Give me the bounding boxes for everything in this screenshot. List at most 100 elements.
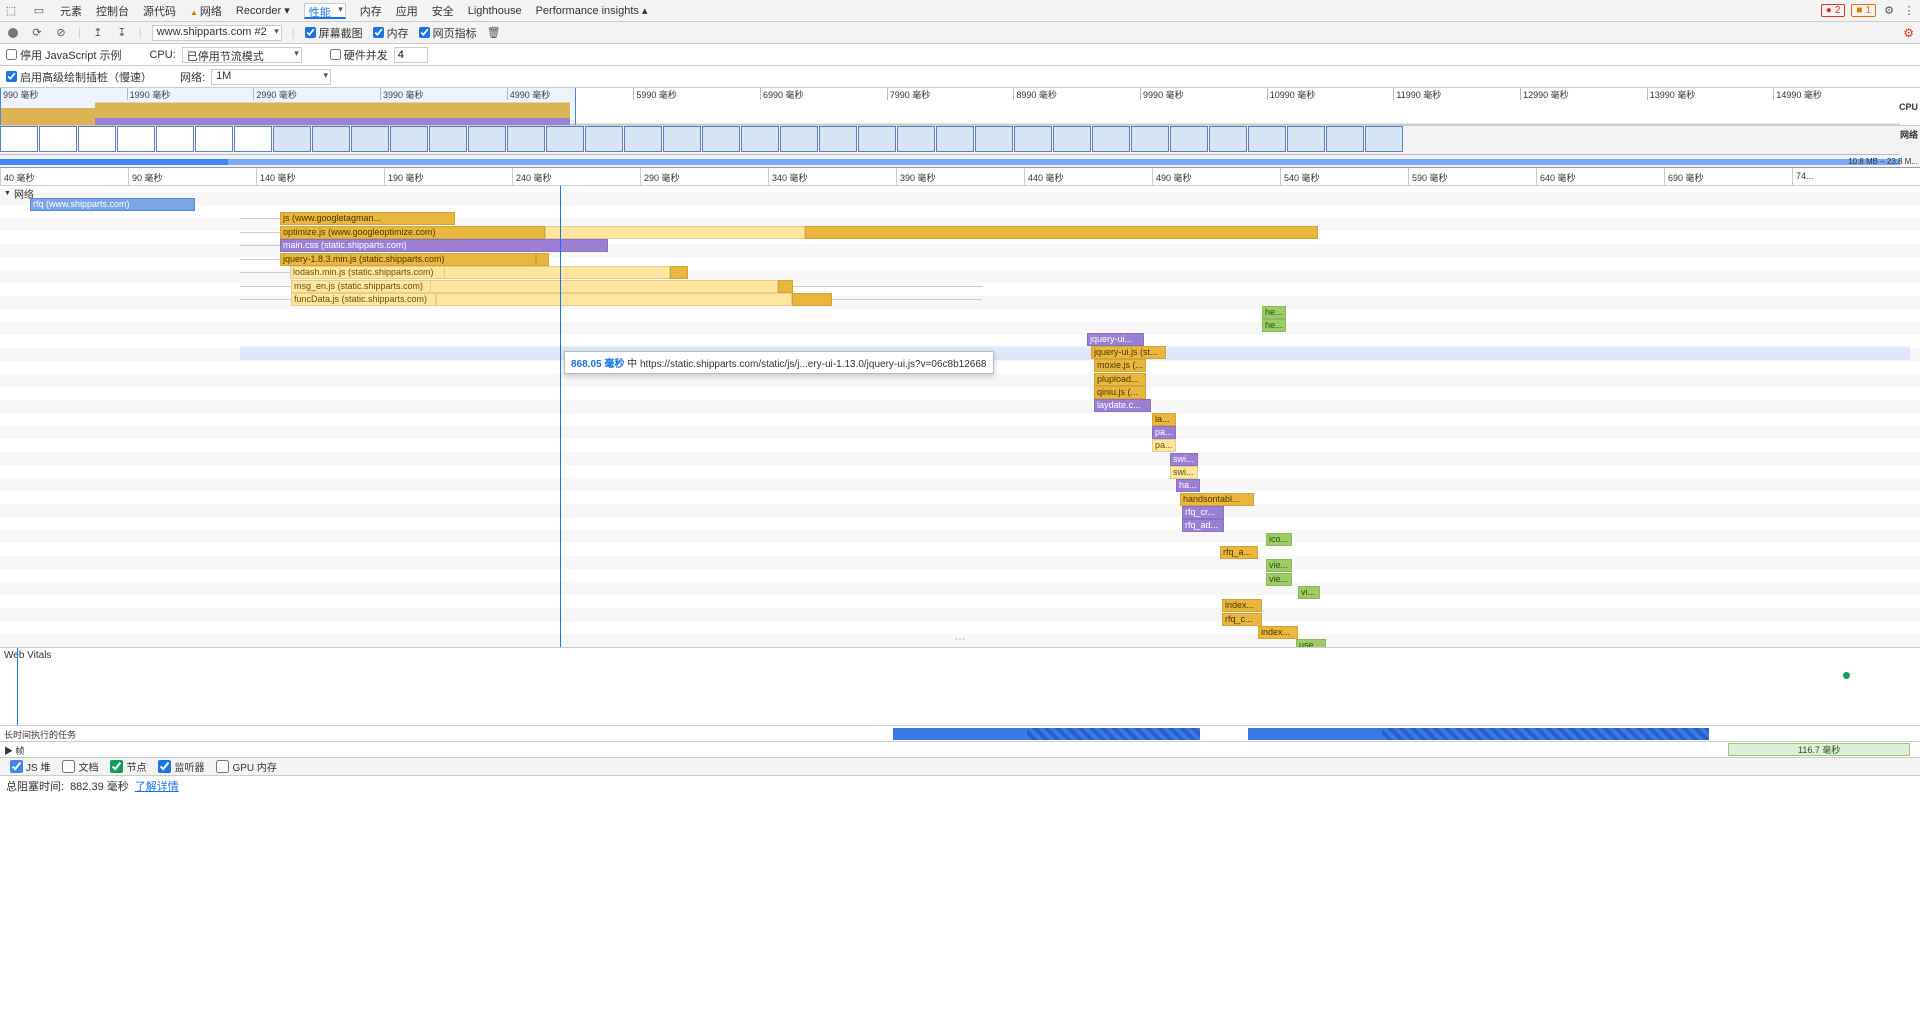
network-request[interactable]: ico... bbox=[1266, 533, 1292, 546]
legend-item[interactable]: 节点 bbox=[106, 759, 150, 774]
reload-button[interactable]: ⟳ bbox=[30, 26, 44, 40]
perf-options-2: 启用高级绘制插桩（慢速） 网络: 1M bbox=[0, 66, 1920, 88]
network-request[interactable]: vie... bbox=[1266, 573, 1292, 586]
long-tasks-label: 长时间执行的任务 bbox=[4, 728, 76, 741]
network-request-segment[interactable] bbox=[444, 266, 670, 279]
network-request[interactable]: la... bbox=[1152, 413, 1176, 426]
tab-perf-insights[interactable]: Performance insights ▴ bbox=[536, 4, 648, 17]
network-request[interactable]: rfq_cr... bbox=[1182, 506, 1224, 519]
network-request[interactable]: main.css (static.shipparts.com) bbox=[280, 239, 608, 252]
network-request[interactable]: laydate.c... bbox=[1094, 399, 1151, 412]
perf-toolbar: ⟳ ⊘ | ↥ ↧ | www.shipparts.com #2 | 屏幕截图 … bbox=[0, 22, 1920, 44]
overview-pane[interactable]: 990 毫秒1990 毫秒2990 毫秒3990 毫秒4990 毫秒5990 毫… bbox=[0, 88, 1920, 168]
network-request[interactable]: pa... bbox=[1152, 439, 1176, 452]
network-request[interactable]: use... bbox=[1296, 639, 1326, 648]
network-request[interactable]: plupload... bbox=[1094, 373, 1146, 386]
tab-performance[interactable]: 性能 bbox=[304, 3, 346, 19]
devtools-tabs: ⬚ ▭ 元素 控制台 源代码 网络 Recorder ▾ 性能 内存 应用 安全… bbox=[0, 0, 1920, 22]
network-request[interactable]: swi... bbox=[1170, 453, 1198, 466]
device-icon[interactable]: ▭ bbox=[32, 4, 46, 18]
download-icon[interactable]: ↧ bbox=[115, 26, 129, 40]
overview-filmstrip[interactable] bbox=[0, 126, 1900, 154]
upload-icon[interactable]: ↥ bbox=[91, 26, 105, 40]
cpu-throttle-select[interactable]: 已停用节流模式 bbox=[182, 47, 302, 63]
network-request[interactable]: js (www.googletagman... bbox=[280, 212, 455, 225]
network-request-segment[interactable] bbox=[430, 280, 778, 293]
network-request[interactable]: he... bbox=[1262, 319, 1286, 332]
paint-instrumentation-checkbox[interactable]: 启用高级绘制插桩（慢速） bbox=[6, 69, 152, 85]
resize-handle[interactable]: ⋯ bbox=[955, 634, 965, 645]
network-request-segment[interactable] bbox=[778, 280, 793, 293]
network-request-segment[interactable] bbox=[805, 226, 1318, 239]
network-request[interactable]: lodash.min.js (static.shipparts.com) bbox=[290, 266, 445, 279]
legend-item[interactable]: JS 堆 bbox=[6, 759, 54, 774]
tab-memory[interactable]: 内存 bbox=[360, 3, 382, 19]
network-request[interactable]: moxie.js (... bbox=[1094, 359, 1146, 372]
long-tasks-lane[interactable]: 长时间执行的任务 bbox=[0, 726, 1920, 742]
web-vitals-lane[interactable]: Web Vitals bbox=[0, 648, 1920, 726]
more-icon[interactable]: ⋮ bbox=[1902, 4, 1916, 18]
network-request[interactable]: optimize.js (www.googleoptimize.com) bbox=[280, 226, 545, 239]
legend-item[interactable]: 监听器 bbox=[154, 759, 208, 774]
network-request[interactable]: vie... bbox=[1266, 559, 1292, 572]
network-request[interactable]: rfq (www.shipparts.com) bbox=[30, 198, 195, 211]
perf-options: 停用 JavaScript 示例 CPU: 已停用节流模式 硬件并发 bbox=[0, 44, 1920, 66]
frames-lane[interactable]: ▶ 帧 116.7 毫秒 bbox=[0, 742, 1920, 758]
screenshot-checkbox[interactable]: 屏幕截图 bbox=[305, 25, 363, 41]
network-request-segment[interactable] bbox=[536, 253, 549, 266]
memory-checkbox[interactable]: 内存 bbox=[373, 25, 409, 41]
tab-lighthouse[interactable]: Lighthouse bbox=[468, 5, 522, 17]
tab-elements[interactable]: 元素 bbox=[60, 3, 82, 19]
error-count[interactable]: 2 bbox=[1821, 4, 1846, 17]
trash-icon[interactable]: 🗑 bbox=[487, 26, 501, 40]
network-request-segment[interactable] bbox=[436, 293, 792, 306]
network-request[interactable]: qiniu.js (... bbox=[1094, 386, 1146, 399]
memory-legend: JS 堆文档节点监听器 GPU 内存 bbox=[0, 758, 1920, 776]
network-request-segment[interactable] bbox=[670, 266, 688, 279]
network-request[interactable]: jquery-1.8.3.min.js (static.shipparts.co… bbox=[280, 253, 536, 266]
legend-item[interactable]: 文档 bbox=[58, 759, 102, 774]
flame-chart[interactable]: 40 毫秒90 毫秒140 毫秒190 毫秒240 毫秒290 毫秒340 毫秒… bbox=[0, 168, 1920, 648]
record-button[interactable] bbox=[6, 26, 20, 40]
network-request[interactable]: jquery-ui... bbox=[1087, 333, 1144, 346]
disable-js-checkbox[interactable]: 停用 JavaScript 示例 bbox=[6, 47, 121, 63]
network-request[interactable]: index... bbox=[1258, 626, 1298, 639]
tab-network[interactable]: 网络 bbox=[190, 3, 222, 19]
target-select[interactable]: www.shipparts.com #2 bbox=[152, 25, 282, 41]
network-request[interactable]: pa... bbox=[1152, 426, 1176, 439]
legend-item[interactable]: GPU 内存 bbox=[212, 759, 280, 774]
learn-more-link[interactable]: 了解详情 bbox=[135, 778, 179, 794]
frames-label: ▶ 帧 bbox=[4, 744, 25, 757]
network-request[interactable]: swi... bbox=[1170, 466, 1198, 479]
network-request[interactable]: vi... bbox=[1298, 586, 1320, 599]
warning-count[interactable]: 1 bbox=[1851, 4, 1876, 17]
network-request[interactable]: he... bbox=[1262, 306, 1286, 319]
inspect-icon[interactable]: ⬚ bbox=[4, 4, 18, 18]
status-bar: 总阻塞时间: 882.39 毫秒 了解详情 bbox=[0, 776, 1920, 796]
network-request[interactable]: msg_en.js (static.shipparts.com) bbox=[291, 280, 431, 293]
tab-application[interactable]: 应用 bbox=[396, 3, 418, 19]
network-request-segment[interactable] bbox=[545, 226, 805, 239]
network-request[interactable]: jquery-ui.js (st... bbox=[1091, 346, 1166, 359]
clear-button[interactable]: ⊘ bbox=[54, 26, 68, 40]
tab-console[interactable]: 控制台 bbox=[96, 3, 129, 19]
network-request[interactable]: rfq_a... bbox=[1220, 546, 1258, 559]
capture-settings-icon[interactable]: ⚙ bbox=[1903, 26, 1914, 40]
network-request[interactable]: funcData.js (static.shipparts.com) bbox=[291, 293, 436, 306]
hw-concurrency-checkbox[interactable]: 硬件并发 bbox=[330, 47, 388, 63]
settings-icon[interactable]: ⚙ bbox=[1882, 4, 1896, 18]
webvitals-checkbox[interactable]: 网页指标 bbox=[419, 25, 477, 41]
net-throttle-select[interactable]: 1M bbox=[211, 69, 331, 85]
tab-security[interactable]: 安全 bbox=[432, 3, 454, 19]
tab-recorder[interactable]: Recorder ▾ bbox=[236, 4, 290, 17]
network-request[interactable]: rfq_c... bbox=[1222, 613, 1262, 626]
network-request[interactable]: rfq_ad... bbox=[1182, 519, 1224, 532]
network-request[interactable]: ha... bbox=[1176, 479, 1200, 492]
hover-tooltip: 868.05 毫秒 中 https://static.shipparts.com… bbox=[564, 351, 994, 374]
network-request[interactable]: index... bbox=[1222, 599, 1262, 612]
cpu-label: CPU: bbox=[149, 49, 175, 61]
tab-sources[interactable]: 源代码 bbox=[143, 3, 176, 19]
network-request-segment[interactable] bbox=[792, 293, 832, 306]
hw-concurrency-input[interactable] bbox=[394, 47, 428, 63]
network-request[interactable]: handsontabl... bbox=[1180, 493, 1254, 506]
